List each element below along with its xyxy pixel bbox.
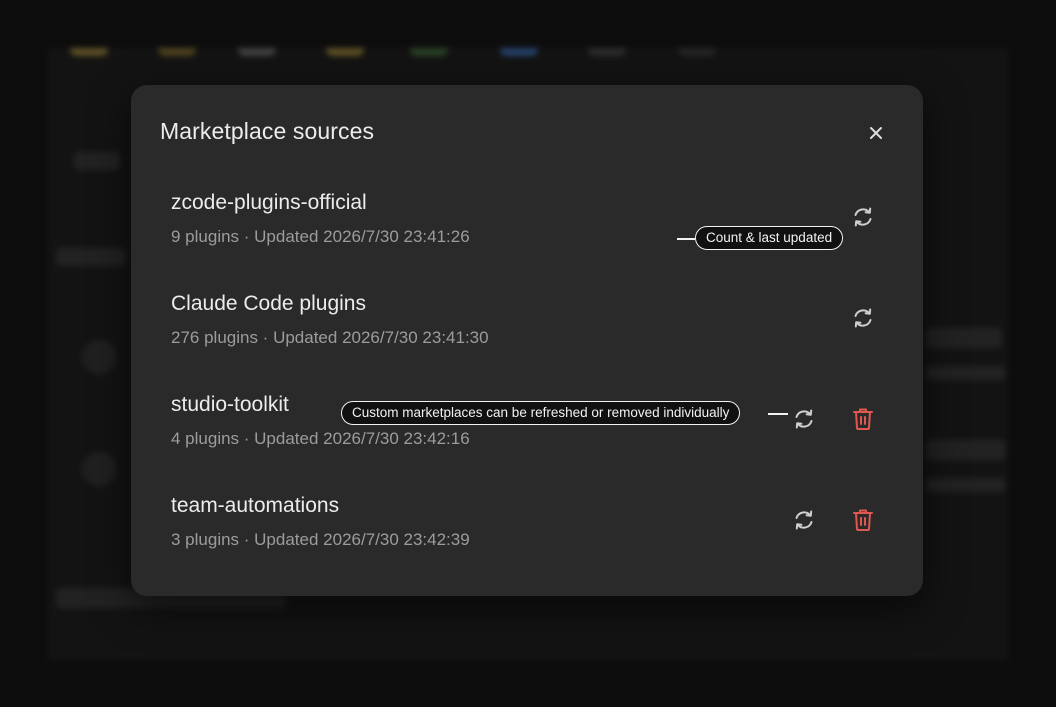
source-meta: 3 plugins · Updated 2026/7/30 23:42:39 bbox=[171, 530, 470, 549]
source-name: zcode-plugins-official bbox=[171, 191, 367, 214]
callout-custom-actions: Custom marketplaces can be refreshed or … bbox=[341, 401, 741, 425]
refresh-button[interactable] bbox=[789, 404, 819, 434]
bg-blur bbox=[410, 48, 448, 56]
bg-blur bbox=[56, 248, 126, 266]
bg-blur bbox=[926, 328, 1002, 348]
bg-blur bbox=[82, 452, 116, 486]
source-name: studio-toolkit bbox=[171, 393, 289, 416]
source-name: team-automations bbox=[171, 494, 340, 517]
bg-blur bbox=[926, 478, 1006, 492]
refresh-button[interactable] bbox=[848, 303, 878, 333]
bg-blur bbox=[326, 48, 364, 56]
bg-blur bbox=[678, 48, 716, 56]
refresh-icon bbox=[854, 308, 872, 328]
callout-leader bbox=[677, 238, 695, 240]
bg-blur bbox=[588, 48, 626, 56]
bg-blur bbox=[158, 48, 196, 56]
refresh-button[interactable] bbox=[789, 505, 819, 535]
refresh-icon bbox=[795, 409, 813, 429]
bg-blur bbox=[926, 366, 1006, 380]
source-meta: 9 plugins · Updated 2026/7/30 23:41:26 bbox=[171, 227, 470, 246]
refresh-icon bbox=[795, 510, 813, 530]
close-button[interactable] bbox=[864, 121, 888, 145]
bg-blur bbox=[70, 48, 108, 56]
bg-blur bbox=[74, 152, 120, 170]
bg-blur bbox=[82, 340, 116, 374]
close-icon bbox=[870, 127, 882, 139]
source-row-team-automations: team-automations 3 plugins · Updated 202… bbox=[171, 494, 891, 574]
delete-button[interactable] bbox=[848, 404, 878, 434]
dialog-title: Marketplace sources bbox=[160, 118, 375, 144]
bg-blur bbox=[926, 440, 1006, 460]
source-name: Claude Code plugins bbox=[171, 292, 366, 315]
refresh-icon bbox=[854, 207, 872, 227]
trash-icon bbox=[853, 509, 873, 531]
bg-blur bbox=[500, 48, 538, 56]
refresh-button[interactable] bbox=[848, 202, 878, 232]
callout-leader bbox=[768, 413, 788, 415]
source-meta: 276 plugins · Updated 2026/7/30 23:41:30 bbox=[171, 328, 489, 347]
trash-icon bbox=[853, 408, 873, 430]
source-meta: 4 plugins · Updated 2026/7/30 23:42:16 bbox=[171, 429, 470, 448]
bg-blur bbox=[238, 48, 276, 56]
callout-count-updated: Count & last updated bbox=[695, 226, 844, 250]
source-row-claude-code-plugins: Claude Code plugins 276 plugins · Update… bbox=[171, 292, 891, 372]
delete-button[interactable] bbox=[848, 505, 878, 535]
marketplace-sources-dialog: Marketplace sources zcode-plugins-offici… bbox=[131, 85, 923, 596]
